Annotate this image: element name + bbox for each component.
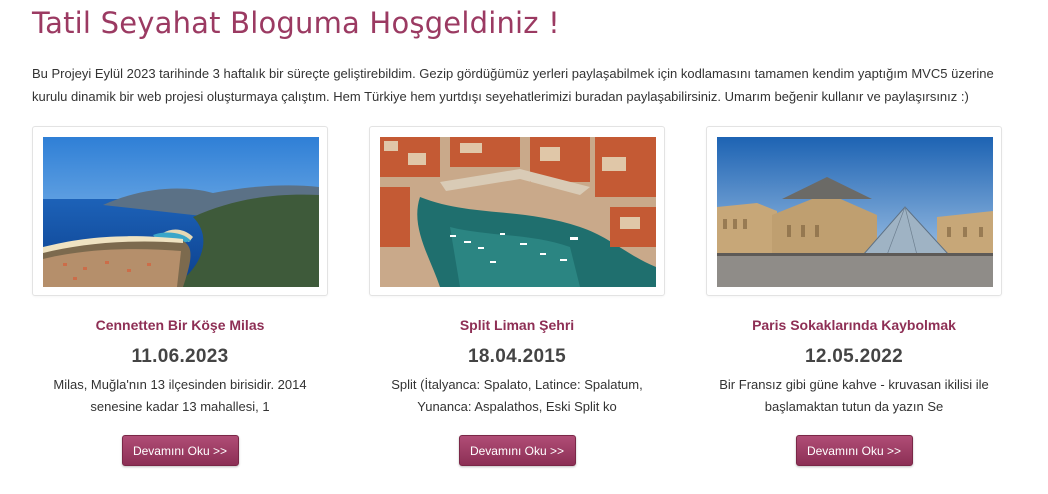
page-title: Tatil Seyahat Bloguma Hoşgeldiniz ! — [32, 6, 560, 40]
read-more-button[interactable]: Devamını Oku >> — [458, 435, 576, 466]
louvre-pyramid-photo — [717, 137, 993, 287]
intro-paragraph: Bu Projeyi Eylül 2023 tarihinde 3 haftal… — [32, 66, 994, 104]
post-title[interactable]: Cennetten Bir Köşe Milas — [31, 317, 329, 333]
post-title[interactable]: Split Liman Şehri — [368, 317, 666, 333]
post-excerpt: Bir Fransız gibi güne kahve - kruvasan i… — [719, 377, 989, 414]
post-date: 11.06.2023 — [131, 346, 229, 367]
harbor-city-photo — [380, 137, 656, 287]
post-date: 12.05.2022 — [804, 346, 904, 367]
post-title[interactable]: Paris Sokaklarında Kaybolmak — [705, 317, 1003, 333]
read-more-button[interactable]: Devamını Oku >> — [121, 435, 239, 466]
post-image-frame[interactable] — [32, 126, 328, 296]
post-date: 18.04.2015 — [467, 346, 567, 367]
post-card-paris: Paris Sokaklarında Kaybolmak 12.05.2022 … — [705, 126, 1003, 476]
post-image-frame[interactable] — [369, 126, 665, 296]
read-more-button[interactable]: Devamını Oku >> — [795, 435, 913, 466]
post-excerpt: Split (İtalyanca: Spalato, Latince: Spal… — [391, 377, 643, 414]
post-excerpt: Milas, Muğla'nın 13 ilçesinden birisidir… — [53, 377, 307, 414]
coastal-lagoon-photo — [43, 137, 319, 287]
post-image-frame[interactable] — [706, 126, 1002, 296]
post-card-split: Split Liman Şehri 18.04.2015 Split (İtal… — [368, 126, 666, 476]
post-card-milas: Cennetten Bir Köşe Milas 11.06.2023 Mila… — [31, 126, 329, 476]
